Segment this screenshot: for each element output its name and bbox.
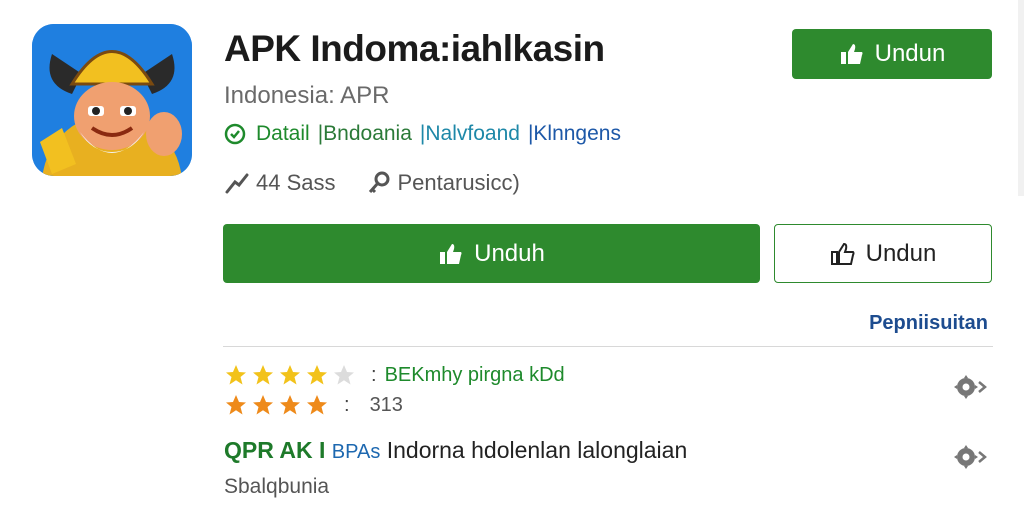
- section-title: QPR AK I BPAs Indorna hdolenlan lalongla…: [224, 437, 687, 464]
- rating-row-1: : BEKmhy pirgna kDd: [224, 361, 565, 389]
- section-title-c: Indorna hdolenlan lalonglaian: [386, 437, 688, 463]
- check-circle-icon: [224, 123, 246, 145]
- settings-gear-icon[interactable]: [952, 442, 988, 472]
- rating-row-2: : 313: [224, 391, 403, 419]
- chart-trend-icon: [225, 173, 249, 194]
- thumbs-up-icon: [840, 44, 863, 64]
- star-icon: [307, 395, 327, 415]
- star-icon: [280, 395, 300, 415]
- category-tags: Datail |Bndoania |Nalvfoand |Klnngens: [224, 120, 629, 148]
- star-icon: [307, 365, 327, 385]
- tag-bndoania[interactable]: |Bndoania: [318, 122, 412, 146]
- scrollbar-edge: [1018, 0, 1024, 196]
- rating-label: BEKmhy pirgna kDd: [384, 363, 565, 386]
- app-subtitle: Indonesia: APR: [224, 82, 390, 109]
- tag-nalvfoand[interactable]: |Nalvfoand: [420, 122, 520, 146]
- star-icon: [226, 395, 246, 415]
- section-subtitle: Sbalqbunia: [224, 475, 330, 498]
- rating-count: 313: [369, 393, 403, 416]
- main-download-label: Unduh: [474, 239, 545, 267]
- cartoon-viking-icon: [32, 24, 192, 176]
- size-text: 44 Sass: [256, 170, 336, 195]
- divider: [223, 346, 993, 347]
- key-icon: [368, 171, 389, 194]
- secondary-download-button[interactable]: Undun: [774, 224, 992, 283]
- thumbs-up-outline-icon: [830, 242, 855, 265]
- app-title: APK Indoma:iahlkasin: [224, 28, 605, 69]
- tag-detail[interactable]: Datail: [256, 122, 310, 146]
- top-download-label: Undun: [874, 40, 946, 67]
- star-rating-1: [224, 363, 359, 387]
- settings-gear-icon[interactable]: [952, 372, 988, 402]
- thumbs-up-icon: [440, 243, 462, 264]
- section-title-b: BPAs: [331, 441, 381, 463]
- permissions-text[interactable]: Pentarusicc): [398, 170, 520, 196]
- section-title-a: QPR AK I: [224, 437, 326, 463]
- star-icon: [280, 365, 300, 385]
- star-rating-2: [224, 393, 332, 417]
- star-icon: [253, 395, 273, 415]
- more-info-link[interactable]: Pepniisuitan: [869, 312, 988, 335]
- secondary-download-label: Undun: [865, 239, 937, 267]
- app-icon[interactable]: [32, 24, 192, 176]
- top-download-button[interactable]: Undun: [792, 29, 992, 79]
- star-icon: [253, 365, 273, 385]
- meta-row: 44 Sass Pentarusicc): [224, 168, 550, 198]
- star-empty-icon: [334, 365, 354, 385]
- tag-klnngens[interactable]: |Klnngens: [528, 122, 621, 146]
- star-icon: [226, 365, 246, 385]
- main-download-button[interactable]: Unduh: [223, 224, 760, 283]
- rating-colon: :: [344, 393, 350, 416]
- rating-colon: :: [371, 363, 377, 386]
- app-detail-page: APK Indoma:iahlkasin Indonesia: APR Data…: [0, 0, 1024, 512]
